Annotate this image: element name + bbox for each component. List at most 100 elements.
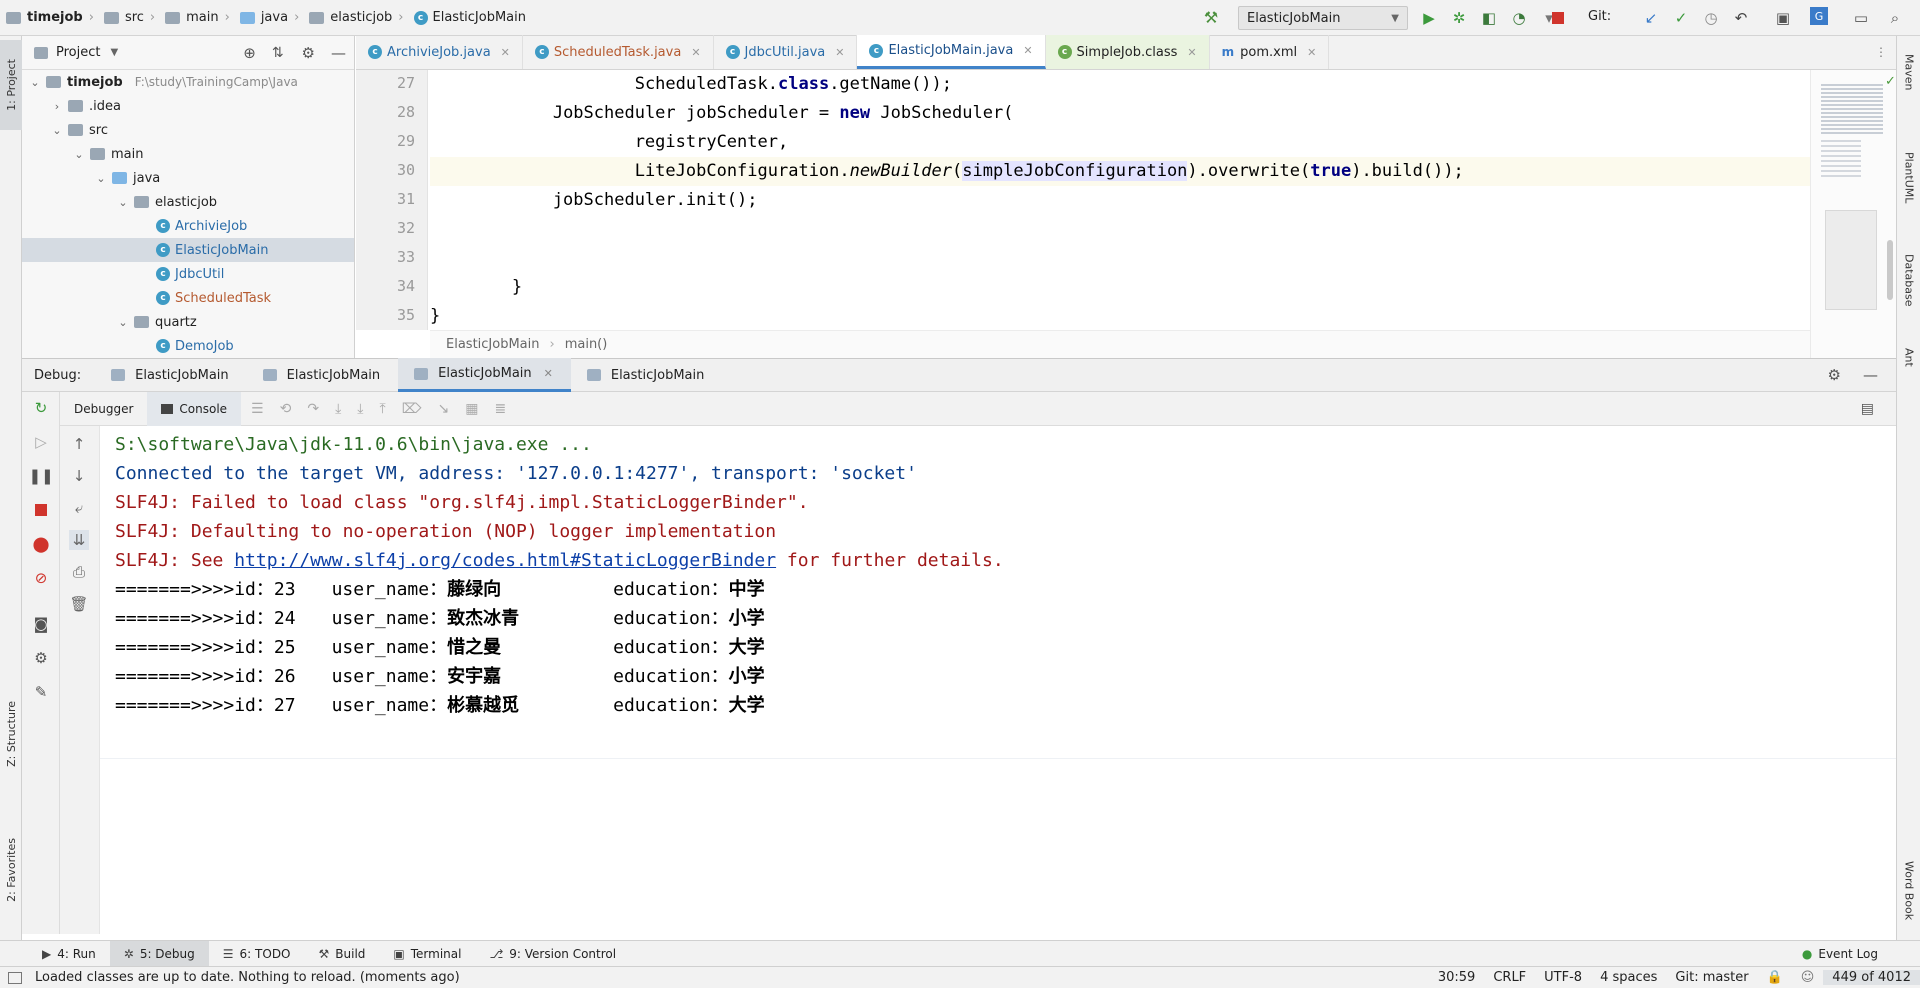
console-output[interactable]: S:\software\Java\jdk-11.0.6\bin\java.exe… bbox=[100, 426, 1896, 934]
gear-icon[interactable]: ⚙ bbox=[1828, 366, 1841, 384]
drop-frame-icon[interactable]: ⌦ bbox=[402, 401, 422, 417]
minimap-viewport[interactable] bbox=[1825, 210, 1877, 310]
mute-breakpoints-icon[interactable]: ⊘ bbox=[31, 568, 51, 588]
breadcrumb-class[interactable]: ElasticJobMain bbox=[446, 337, 540, 352]
tree-item-demojob[interactable]: c DemoJob bbox=[22, 334, 354, 358]
pin-icon[interactable]: ✎ bbox=[31, 682, 51, 702]
tab-scheduledtask[interactable]: c ScheduledTask.java ✕ bbox=[523, 35, 714, 69]
memory-indicator[interactable]: 449 of 4012 bbox=[1823, 970, 1920, 985]
tool-tab-terminal[interactable]: ▣ Terminal bbox=[379, 941, 475, 967]
debug-session-tab[interactable]: ElasticJobMain bbox=[95, 358, 247, 392]
line-separator[interactable]: CRLF bbox=[1484, 970, 1535, 985]
tab-simplejob-class[interactable]: c SimpleJob.class ✕ bbox=[1045, 35, 1210, 69]
evaluate-expression-icon[interactable]: ▦ bbox=[465, 401, 478, 417]
debug-session-tab[interactable]: ElasticJobMain bbox=[247, 358, 399, 392]
project-structure-icon[interactable]: ▣ bbox=[1772, 7, 1794, 29]
breadcrumb-main[interactable]: main › bbox=[159, 0, 234, 36]
layout-settings-icon[interactable]: ▤ bbox=[1861, 401, 1874, 417]
coverage-icon[interactable]: ◧ bbox=[1478, 7, 1500, 29]
debug-session-tab[interactable]: ElasticJobMain bbox=[571, 358, 723, 392]
git-history-icon[interactable]: ◷ bbox=[1700, 7, 1722, 29]
tool-tab-todo[interactable]: ☰ 6: TODO bbox=[209, 941, 305, 967]
tool-tab-build[interactable]: ⚒ Build bbox=[305, 941, 380, 967]
tree-item-elasticjobmain[interactable]: c ElasticJobMain bbox=[22, 238, 354, 262]
project-title[interactable]: Project bbox=[56, 45, 100, 60]
breadcrumb-src[interactable]: src › bbox=[98, 0, 159, 36]
search-everywhere-icon[interactable]: ⌕ bbox=[1884, 7, 1906, 29]
close-icon[interactable]: ✕ bbox=[835, 46, 844, 59]
git-commit-icon[interactable]: ✓ bbox=[1670, 7, 1692, 29]
git-update-icon[interactable]: ↙ bbox=[1640, 7, 1662, 29]
tree-item-idea[interactable]: › .idea bbox=[22, 94, 354, 118]
tree-item-java[interactable]: ⌄ java bbox=[22, 166, 354, 190]
view-breakpoints-icon[interactable]: ⬤ bbox=[31, 534, 51, 554]
stop-icon[interactable] bbox=[31, 500, 51, 520]
tree-item-src[interactable]: ⌄ src bbox=[22, 118, 354, 142]
resume-icon[interactable]: ▷ bbox=[31, 432, 51, 452]
close-icon[interactable]: ✕ bbox=[544, 367, 553, 380]
debug-session-tab-active[interactable]: ElasticJobMain ✕ bbox=[398, 358, 571, 392]
breadcrumb-elasticjob[interactable]: elasticjob › bbox=[303, 0, 407, 36]
step-out-icon[interactable]: ⤒ bbox=[379, 401, 385, 417]
tree-item-archiviejob[interactable]: c ArchivieJob bbox=[22, 214, 354, 238]
breadcrumb-project[interactable]: timejob › bbox=[0, 0, 98, 36]
hammer-build-icon[interactable]: ⚒ bbox=[1200, 6, 1222, 28]
run-configuration-select[interactable]: ElasticJobMain ▼ bbox=[1238, 6, 1408, 30]
tab-console[interactable]: Console bbox=[147, 391, 242, 426]
tool-tab-database[interactable]: Database bbox=[1897, 230, 1920, 330]
force-step-into-icon[interactable]: ⤓ bbox=[357, 401, 363, 417]
tool-tab-word-book[interactable]: Word Book bbox=[1897, 836, 1920, 946]
close-icon[interactable]: ✕ bbox=[501, 46, 510, 59]
close-icon[interactable]: ✕ bbox=[1187, 46, 1196, 59]
run-to-cursor-icon[interactable]: ↘ bbox=[437, 401, 449, 417]
tree-item-main[interactable]: ⌄ main bbox=[22, 142, 354, 166]
editor-scrollbar[interactable] bbox=[1887, 240, 1893, 300]
console-link[interactable]: http://www.slf4j.org/codes.html#StaticLo… bbox=[234, 550, 776, 571]
tab-archiviejob[interactable]: c ArchivieJob.java ✕ bbox=[356, 35, 523, 69]
step-over-icon[interactable]: ↷ bbox=[307, 401, 319, 417]
camera-icon[interactable]: ◙ bbox=[31, 614, 51, 634]
step-into-icon[interactable]: ⤓ bbox=[335, 401, 341, 417]
scroll-down-icon[interactable]: ↓ bbox=[69, 466, 89, 486]
tool-tab-version-control[interactable]: ⎇ 9: Version Control bbox=[475, 941, 630, 967]
pause-icon[interactable]: ❚❚ bbox=[28, 466, 53, 486]
tool-tab-event-log[interactable]: ● Event Log bbox=[1788, 941, 1892, 967]
tree-item-timejob[interactable]: ⌄ timejob F:\study\TrainingCamp\Java bbox=[22, 70, 354, 94]
tab-list-menu-icon[interactable]: ⋮ bbox=[1866, 35, 1896, 69]
gear-icon[interactable]: ⚙ bbox=[31, 648, 51, 668]
code-editor[interactable]: ScheduledTask.class.getName()); JobSched… bbox=[430, 70, 1810, 330]
scroll-to-end-icon[interactable]: ⇊ bbox=[69, 530, 89, 550]
soft-wrap-icon[interactable]: ⤶ bbox=[69, 498, 89, 518]
tree-item-jdbcutil[interactable]: c JdbcUtil bbox=[22, 262, 354, 286]
tab-pom-xml[interactable]: m pom.xml ✕ bbox=[1210, 35, 1330, 69]
translate-icon[interactable]: G bbox=[1810, 7, 1828, 25]
close-icon[interactable]: ✕ bbox=[1307, 46, 1316, 59]
rerun-icon[interactable]: ↻ bbox=[31, 398, 51, 418]
tab-debugger[interactable]: Debugger bbox=[60, 392, 147, 426]
tool-tab-project[interactable]: 1: Project bbox=[0, 40, 22, 130]
trace-icon[interactable]: ≣ bbox=[494, 401, 506, 417]
tool-tab-debug[interactable]: ✲ 5: Debug bbox=[109, 940, 209, 967]
editor-minimap[interactable]: ✓ bbox=[1810, 70, 1896, 358]
tree-item-scheduledtask[interactable]: c ScheduledTask bbox=[22, 286, 354, 310]
git-rollback-icon[interactable]: ↶ bbox=[1730, 7, 1752, 29]
tab-elasticjobmain[interactable]: c ElasticJobMain.java ✕ bbox=[857, 35, 1046, 69]
gear-icon[interactable]: ⚙ bbox=[302, 44, 315, 62]
chevron-down-icon[interactable]: ▼ bbox=[110, 47, 118, 58]
tool-windows-toggle-icon[interactable] bbox=[8, 971, 22, 984]
run-icon[interactable]: ▶ bbox=[1418, 7, 1440, 29]
tool-tab-run[interactable]: ▶ 4: Run bbox=[28, 941, 110, 967]
close-icon[interactable]: ✕ bbox=[1023, 44, 1032, 57]
minimize-icon[interactable]: — bbox=[331, 44, 346, 62]
profile-icon[interactable]: ◔ bbox=[1508, 7, 1530, 29]
tree-item-quartz[interactable]: ⌄ quartz bbox=[22, 310, 354, 334]
debug-bug-icon[interactable]: ✲ bbox=[1448, 7, 1470, 29]
close-icon[interactable]: ✕ bbox=[691, 46, 700, 59]
print-icon[interactable]: ⎙ bbox=[69, 562, 89, 582]
show-execution-point-icon[interactable]: ⟲ bbox=[280, 401, 292, 417]
tool-tab-structure[interactable]: Z: Structure bbox=[0, 684, 22, 784]
trash-icon[interactable]: 🗑 bbox=[69, 594, 89, 614]
stop-icon[interactable] bbox=[1552, 12, 1564, 24]
locate-target-icon[interactable]: ⊕ bbox=[243, 44, 256, 62]
tab-jdbcutil[interactable]: c JdbcUtil.java ✕ bbox=[714, 35, 858, 69]
